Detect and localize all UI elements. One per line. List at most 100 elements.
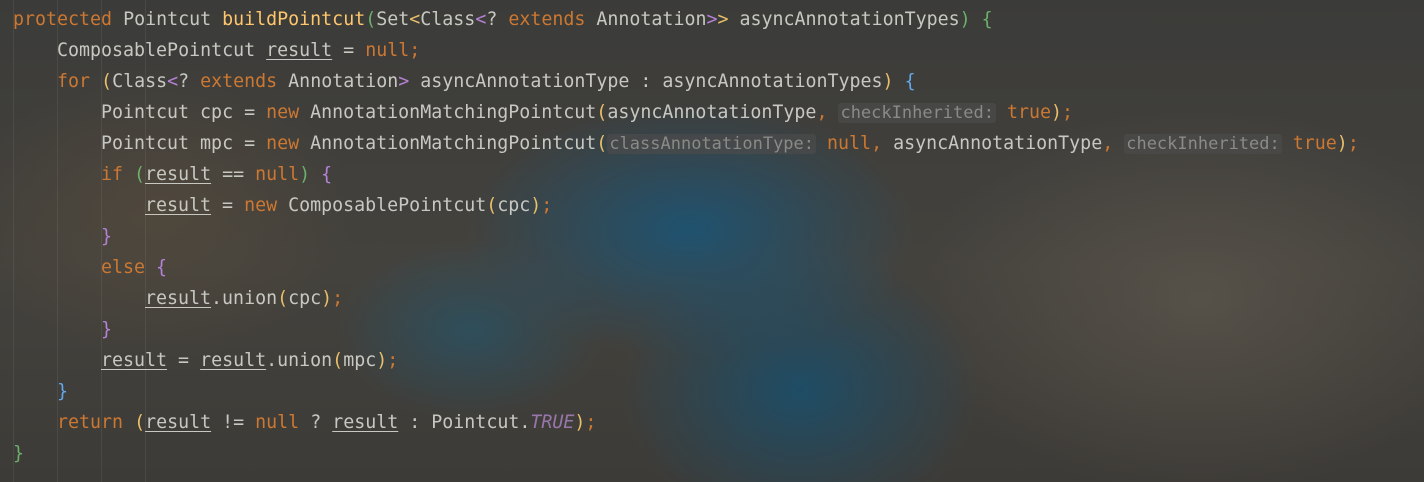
code-token: ) [299,164,322,185]
code-token: = [167,350,201,371]
code-line[interactable]: result = new ComposablePointcut(cpc); [145,190,552,221]
code-token: Annotation [277,71,399,92]
code-token: Set [376,9,410,30]
code-token: { [981,9,993,30]
code-token: ) [574,412,586,433]
code-token: ( [332,350,344,371]
code-token: if [101,164,124,185]
code-token: .union [211,288,278,309]
code-line[interactable]: } [101,221,112,252]
code-line[interactable]: Pointcut mpc = new AnnotationMatchingPoi… [101,128,1359,159]
code-line[interactable]: } [101,314,112,345]
code-token: } [13,443,25,464]
code-token: new [266,102,300,123]
code-token: ; [1347,133,1359,154]
code-line[interactable]: Pointcut cpc = new AnnotationMatchingPoi… [101,97,1073,128]
code-token: result [200,350,267,371]
code-token: ? [178,71,201,92]
code-token: ) [882,71,905,92]
code-token: result [145,412,212,433]
code-line[interactable]: } [57,376,68,407]
code-token: Class [112,71,168,92]
code-token: mpc [343,350,377,371]
code-token: AnnotationMatchingPointcut [299,102,597,123]
code-token: { [156,257,168,278]
code-token: true [1007,102,1052,123]
code-token: , [1102,133,1125,154]
code-token: , [816,102,839,123]
code-token: cpc [497,195,531,216]
code-token: ) [321,288,333,309]
code-token: Class [420,9,476,30]
code-token: ( [134,412,146,433]
code-token: asyncAnnotationType [893,133,1103,154]
code-token: result [332,412,399,433]
code-token: true [1292,133,1337,154]
code-token: ( [365,9,377,30]
code-token: .union [266,350,333,371]
code-token: ; [541,195,553,216]
code-token: < [475,9,487,30]
code-token: protected [13,9,113,30]
code-token: ( [101,71,113,92]
code-line[interactable]: else { [101,252,167,283]
code-token: < [409,9,421,30]
code-token: Pointcut [112,9,223,30]
code-token: buildPointcut [222,9,366,30]
parameter-hint: checkInherited: [838,103,996,123]
code-token: != [211,412,256,433]
code-token: Pointcut mpc = [101,133,267,154]
code-token: result [145,195,212,216]
code-line[interactable]: for (Class<? extends Annotation> asyncAn… [57,66,916,97]
code-token: ) [959,9,982,30]
code-line[interactable]: return (result != null ? result : Pointc… [57,407,596,438]
code-line[interactable]: } [13,438,24,469]
code-token: null [365,40,410,61]
code-line[interactable]: protected Pointcut buildPointcut(Set<Cla… [13,4,993,35]
code-token: null [827,133,872,154]
code-token: ; [585,412,597,433]
code-token: > [398,71,410,92]
code-token: == [211,164,256,185]
code-token: new [244,195,278,216]
code-line[interactable]: result.union(cpc); [145,283,343,314]
code-token: cpc [288,288,322,309]
code-token: , [871,133,894,154]
code-token: extends [200,71,278,92]
code-line[interactable]: if (result == null) { [101,159,332,190]
code-token: = [211,195,245,216]
code-token: ( [596,102,608,123]
code-token: ) [1051,102,1063,123]
code-line[interactable]: result = result.union(mpc); [101,345,398,376]
code-token: ( [486,195,498,216]
code-token: extends [508,9,586,30]
code-token: result [145,164,212,185]
code-token: : Pointcut. [398,412,531,433]
code-token: AnnotationMatchingPointcut [299,133,597,154]
indent-guide [13,0,14,482]
code-token: < [167,71,179,92]
code-token: = [332,40,366,61]
code-token: ( [134,164,146,185]
code-token: > [717,9,729,30]
code-token: ? [486,9,509,30]
code-editor[interactable]: protected Pointcut buildPointcut(Set<Cla… [0,0,1424,482]
code-token: ; [1062,102,1074,123]
code-token: ; [409,40,421,61]
code-line[interactable]: ComposablePointcut result = null; [57,35,420,66]
code-token: ) [1336,133,1348,154]
code-token: ( [277,288,289,309]
code-token: } [101,319,113,340]
code-token: > [706,9,718,30]
code-token: } [57,381,69,402]
code-token: null [255,412,300,433]
code-token: null [255,164,300,185]
code-token: result [101,350,168,371]
code-token: ComposablePointcut [57,40,267,61]
